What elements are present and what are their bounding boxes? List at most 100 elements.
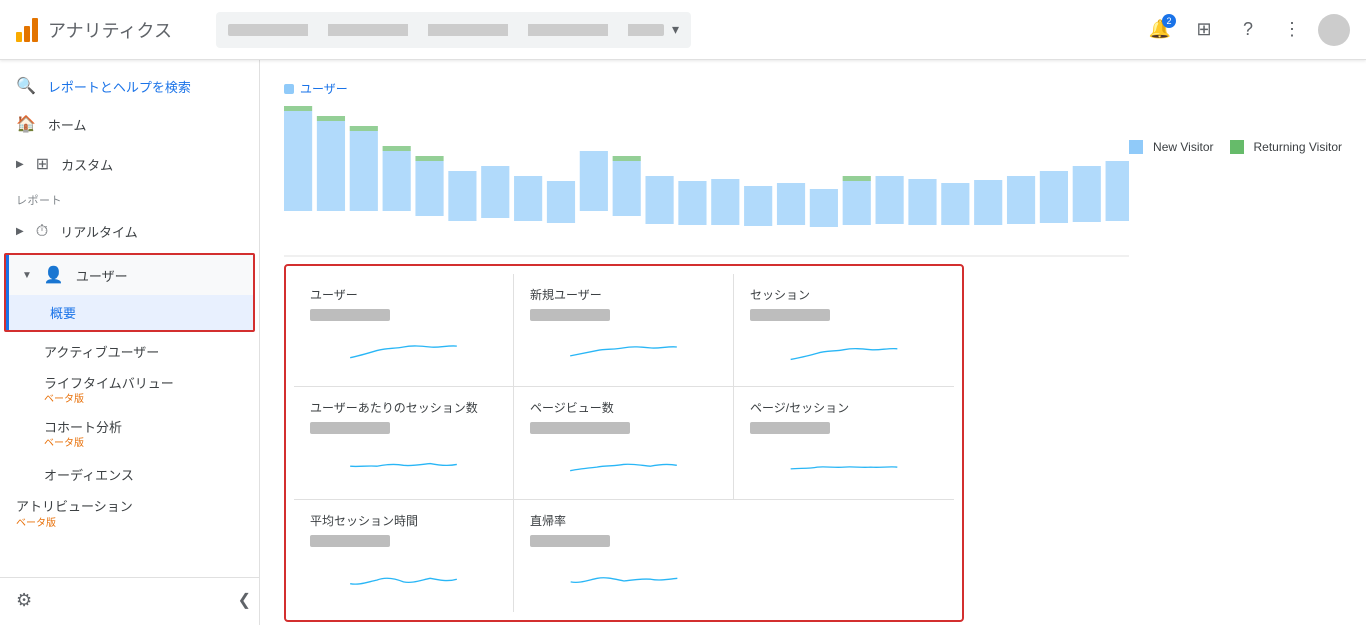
metric-title-new-users: 新規ユーザー — [530, 286, 717, 303]
attribution-beta: ベータ版 — [16, 517, 243, 531]
metric-title-bounce-rate: 直帰率 — [530, 512, 718, 529]
sidebar-item-attribution[interactable]: アトリビューション ベータ版 — [0, 492, 259, 536]
metric-title-avg-session: 平均セッション時間 — [310, 512, 497, 529]
sparkline-users — [310, 331, 497, 371]
custom-label: カスタム — [61, 155, 113, 174]
metric-card-sessions-per-user[interactable]: ユーザーあたりのセッション数 — [294, 387, 514, 500]
grid-icon: ⊞ — [1196, 19, 1211, 40]
chart-dot — [284, 84, 294, 94]
app-header: アナリティクス ▾ 🔔 2 ⊞ ? ⋮ — [0, 0, 1366, 60]
metric-card-new-users[interactable]: 新規ユーザー — [514, 274, 734, 387]
new-visitor-label: New Visitor — [1153, 140, 1213, 154]
user-icon: 👤 — [44, 265, 64, 285]
sparkline-pageviews — [530, 444, 717, 484]
sidebar-sub-item-cohort[interactable]: コホート分析 ベータ版 — [0, 413, 259, 457]
user-section-label: ユーザー — [76, 266, 128, 285]
metric-card-users[interactable]: ユーザー — [294, 274, 514, 387]
logo-area: アナリティクス — [16, 17, 216, 43]
attribution-label: アトリビューション — [16, 499, 133, 514]
user-avatar[interactable] — [1318, 14, 1350, 46]
metric-value-sessions-per-user — [310, 422, 390, 434]
sidebar-sub-item-audience[interactable]: オーディエンス — [0, 457, 259, 492]
home-label: ホーム — [48, 115, 87, 134]
search-icon: 🔍 — [16, 76, 36, 96]
vertical-dots-icon: ⋮ — [1283, 19, 1301, 40]
legend-new-visitor: New Visitor — [1129, 140, 1213, 154]
sparkline-new-users — [530, 331, 717, 371]
sparkline-avg-session — [310, 557, 497, 597]
expand-icon-realtime: ▶ — [16, 226, 24, 237]
metrics-grid: ユーザー 新規ユーザー セッション — [294, 274, 954, 612]
sidebar-sub-item-lifetime[interactable]: ライフタイムバリュー ベータ版 — [0, 369, 259, 413]
help-icon: ? — [1243, 19, 1253, 40]
metric-title-users: ユーザー — [310, 286, 497, 303]
chart-title: ユーザー — [300, 80, 348, 97]
overview-label: 概要 — [50, 303, 76, 322]
metric-value-avg-session — [310, 535, 390, 547]
metric-card-avg-session[interactable]: 平均セッション時間 — [294, 500, 514, 612]
metric-value-pages-per-session — [750, 422, 830, 434]
returning-visitor-label: Returning Visitor — [1254, 140, 1343, 154]
lifetime-label: ライフタイムバリュー — [44, 376, 174, 391]
metric-card-empty — [734, 500, 954, 612]
notification-badge: 2 — [1162, 14, 1176, 28]
user-section-highlight: ▼ 👤 ユーザー 概要 — [4, 253, 255, 332]
metric-card-pageviews[interactable]: ページビュー数 — [514, 387, 734, 500]
legend-returning-visitor: Returning Visitor — [1230, 140, 1343, 154]
metric-title-sessions-per-user: ユーザーあたりのセッション数 — [310, 399, 497, 416]
sidebar-item-home[interactable]: 🏠 ホーム — [0, 104, 259, 144]
new-visitor-bars — [284, 111, 1129, 227]
realtime-label: リアルタイム — [60, 222, 138, 241]
apps-button[interactable]: ⊞ — [1186, 12, 1222, 48]
sidebar-settings[interactable]: ⚙ ❮ — [0, 577, 259, 623]
bar-chart — [284, 101, 1129, 261]
help-button[interactable]: ? — [1230, 12, 1266, 48]
returning-visitor-color — [1230, 140, 1244, 154]
chevron-left-icon: ❮ — [238, 592, 251, 609]
metric-value-new-users — [530, 309, 610, 321]
account-selector-text — [228, 24, 664, 36]
metric-value-sessions — [750, 309, 830, 321]
metric-value-users — [310, 309, 390, 321]
search-label: レポートとヘルプを検索 — [48, 77, 191, 96]
new-visitor-color — [1129, 140, 1143, 154]
chart-main: ユーザー — [284, 80, 1129, 264]
dropdown-arrow-icon[interactable]: ▾ — [672, 21, 679, 38]
audience-label: オーディエンス — [44, 465, 134, 484]
expand-icon-user: ▼ — [22, 270, 32, 281]
cohort-beta: ベータ版 — [44, 437, 243, 451]
settings-icon: ⚙ — [16, 590, 32, 611]
metric-value-bounce-rate — [530, 535, 610, 547]
cohort-label: コホート分析 — [44, 420, 122, 435]
metric-value-pageviews — [530, 422, 630, 434]
sidebar-item-user[interactable]: ▼ 👤 ユーザー — [6, 255, 253, 295]
sidebar-search[interactable]: 🔍 レポートとヘルプを検索 — [0, 68, 259, 104]
logo-bar-2 — [24, 26, 30, 42]
home-icon: 🏠 — [16, 114, 36, 134]
chart-label: ユーザー — [284, 80, 1129, 97]
expand-icon-custom: ▶ — [16, 159, 24, 170]
sparkline-sessions — [750, 331, 938, 371]
notifications-button[interactable]: 🔔 2 — [1142, 12, 1178, 48]
more-options-button[interactable]: ⋮ — [1274, 12, 1310, 48]
sidebar-sub-item-active-users[interactable]: アクティブユーザー — [0, 334, 259, 369]
sidebar-sub-item-overview[interactable]: 概要 — [6, 295, 253, 330]
account-selector[interactable]: ▾ — [216, 12, 691, 48]
sidebar-item-custom[interactable]: ▶ ⊞ カスタム — [0, 144, 259, 184]
header-actions: 🔔 2 ⊞ ? ⋮ — [1142, 12, 1350, 48]
sparkline-pages-per-session — [750, 444, 938, 484]
chart-legend: New Visitor Returning Visitor — [1129, 80, 1342, 264]
sparkline-sessions-per-user — [310, 444, 497, 484]
grid-icon: ⊞ — [36, 154, 49, 174]
metric-card-pages-per-session[interactable]: ページ/セッション — [734, 387, 954, 500]
clock-icon: ⏱ — [36, 223, 48, 241]
app-body: 🔍 レポートとヘルプを検索 🏠 ホーム ▶ ⊞ カスタム レポート ▶ ⏱ リア… — [0, 60, 1366, 625]
app-title: アナリティクス — [48, 17, 172, 43]
sidebar-collapse-button[interactable]: ❮ — [238, 590, 251, 610]
sidebar-item-realtime[interactable]: ▶ ⏱ リアルタイム — [0, 212, 259, 251]
metric-card-sessions[interactable]: セッション — [734, 274, 954, 387]
metric-card-bounce-rate[interactable]: 直帰率 — [514, 500, 734, 612]
logo-bar-3 — [32, 18, 38, 42]
metric-title-pageviews: ページビュー数 — [530, 399, 717, 416]
reports-section-label: レポート — [0, 184, 259, 212]
